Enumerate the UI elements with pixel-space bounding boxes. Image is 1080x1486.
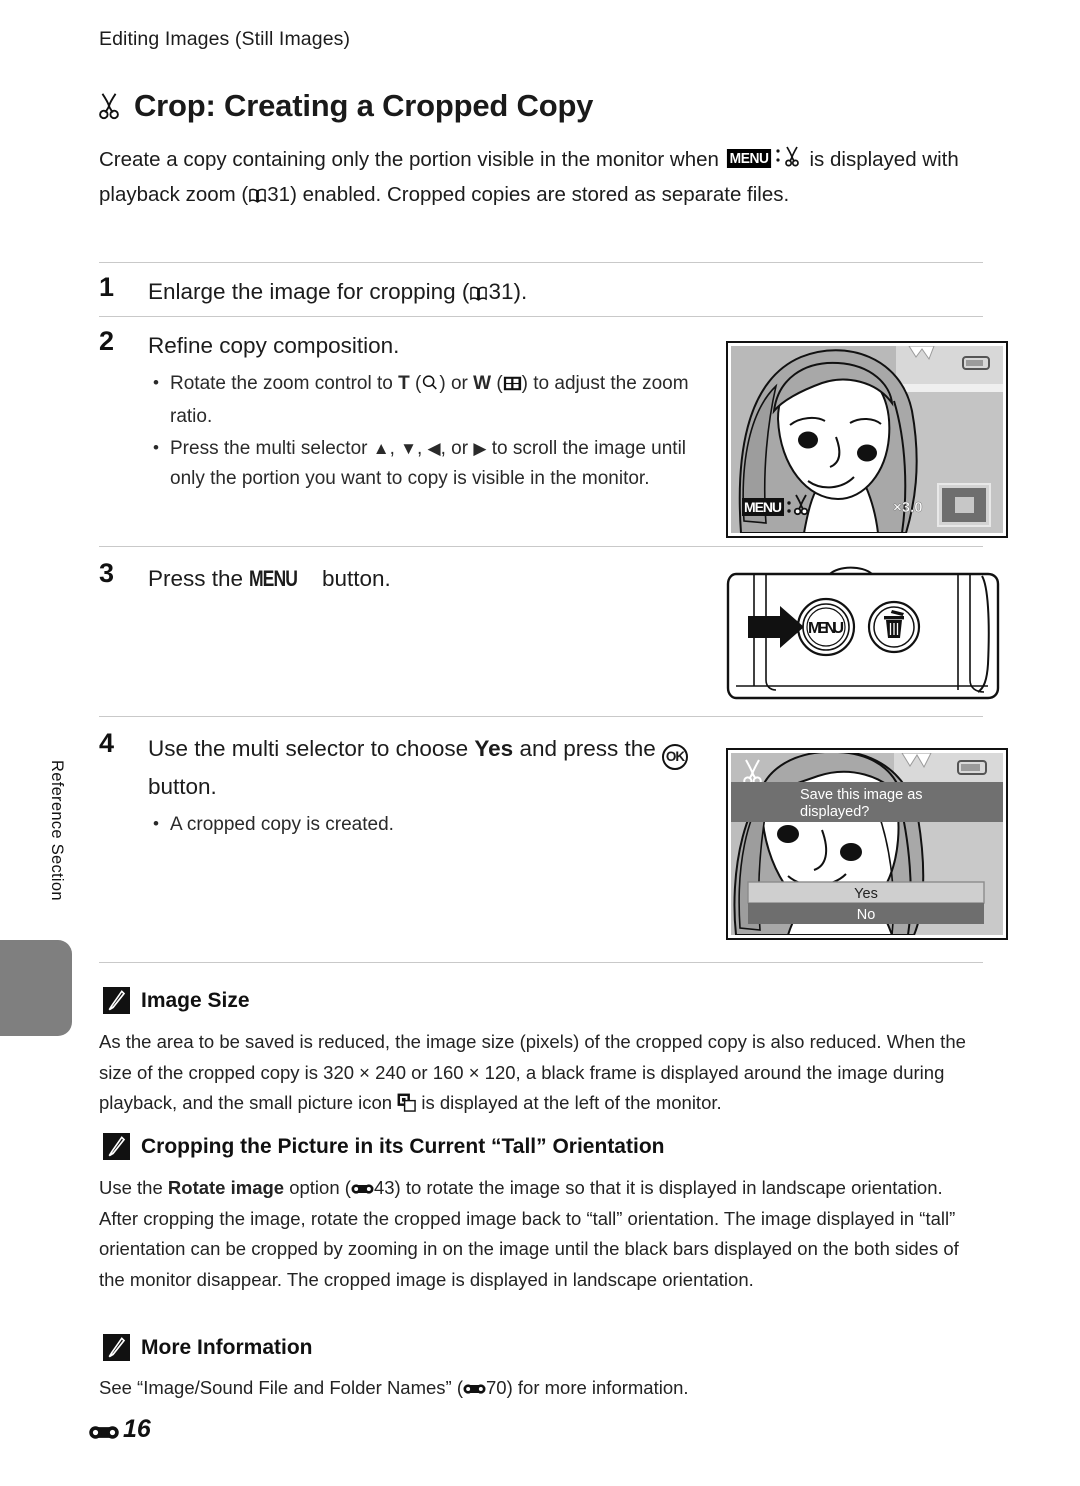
page-title: Crop: Creating a Cropped Copy	[94, 88, 593, 124]
page-number-text: 16	[123, 1415, 151, 1443]
note2-text-b: option (	[284, 1177, 351, 1198]
bullet-cropped-copy: A cropped copy is created.	[148, 809, 718, 840]
step-3-title-b: button.	[315, 566, 391, 591]
pencil-note-icon	[103, 1133, 130, 1160]
svg-text:No: No	[857, 907, 876, 923]
step-1-title-b: 31).	[488, 279, 528, 304]
svg-text:displayed?: displayed?	[800, 804, 869, 820]
step-2: Refine copy composition. Rotate the zoom…	[148, 329, 718, 496]
bullet-text-b: (	[409, 373, 422, 394]
step-number-3: 3	[99, 558, 115, 588]
bullet2-text-a: Press the multi selector	[170, 438, 373, 459]
bullet-text-a: Rotate the zoom control to	[170, 373, 399, 394]
figure-monitor-save-dialog: Save this image as displayed? Yes No	[726, 748, 1008, 945]
note2-text-a: Use the	[99, 1177, 168, 1198]
step-2-bullets: Rotate the zoom control to T ( ) or W (	[148, 368, 718, 494]
step-4-title: Use the multi selector to choose Yes and…	[148, 732, 718, 804]
step-3-title-a: Press the	[148, 566, 250, 591]
magnifier-icon	[421, 372, 439, 402]
menu-badge-icon: MENU	[726, 149, 771, 169]
note3-text-b: ) for more information.	[506, 1377, 689, 1398]
thumbnail-grid-icon	[503, 371, 522, 391]
page-content: Editing Images (Still Images) Crop: Crea…	[89, 0, 1008, 1486]
scissors-icon	[94, 91, 124, 121]
bullet2-text-c: ,	[416, 438, 428, 459]
note-heading-image-size: Image Size	[103, 987, 250, 1014]
menu-scissors-icon	[774, 144, 804, 178]
step-4-title-b: and press the	[513, 736, 663, 761]
step-number-4: 4	[99, 728, 115, 758]
note-title: Cropping the Picture in its Current “Tal…	[141, 1134, 665, 1158]
svg-text:Yes: Yes	[854, 886, 878, 902]
running-head: Editing Images (Still Images)	[99, 28, 351, 50]
note3-text-a: See “Image/Sound File and Folder Names” …	[99, 1377, 464, 1398]
page-title-text: Crop: Creating a Cropped Copy	[134, 88, 594, 123]
reference-section-mark-icon	[351, 1175, 374, 1194]
bullet-text-d: (	[491, 373, 503, 394]
step-1-title-a: Enlarge the image for cropping (	[148, 279, 470, 304]
note3-ref: 70	[486, 1377, 507, 1398]
step-number-1: 1	[99, 272, 115, 302]
note-body-more-information: See “Image/Sound File and Folder Names” …	[99, 1373, 983, 1404]
bullet2-text-d: , or	[440, 438, 474, 459]
step-4: Use the multi selector to choose Yes and…	[148, 732, 718, 842]
wide-label: W	[473, 373, 492, 394]
divider-rule	[99, 716, 983, 717]
arrow-right-icon: ▶	[473, 439, 487, 458]
ok-button-icon: OK	[662, 744, 689, 770]
reference-section-mark-icon	[463, 1375, 486, 1394]
small-picture-icon	[397, 1091, 416, 1112]
side-tab-label: Reference Section	[48, 760, 66, 901]
svg-text:MENU: MENU	[744, 499, 782, 515]
bullet-zoom-control: Rotate the zoom control to T ( ) or W (	[148, 368, 718, 432]
note-title: Image Size	[141, 988, 250, 1012]
intro-paragraph: Create a copy containing only the portio…	[99, 143, 981, 212]
page-number: 16	[89, 1415, 151, 1444]
step-4-title-a: Use the multi selector to choose	[148, 736, 475, 761]
note1-text-b: is displayed at the left of the monitor.	[416, 1092, 722, 1113]
yes-option-label: Yes	[474, 736, 514, 761]
step-4-title-c: button.	[148, 774, 217, 799]
bullet-multi-selector: Press the multi selector ▲, ▼, ◀, or ▶ t…	[148, 433, 718, 494]
svg-text:MENU: MENU	[808, 620, 844, 637]
book-reference-icon	[248, 181, 267, 203]
divider-rule	[99, 962, 983, 963]
divider-rule	[99, 316, 983, 317]
pencil-note-icon	[103, 1334, 130, 1361]
pencil-note-icon	[103, 987, 130, 1014]
step-2-title: Refine copy composition.	[148, 333, 400, 358]
intro-text-3: ) enabled. Cropped copies are stored as …	[290, 182, 790, 206]
figure-monitor-crop-preview: MENU ×3.0	[726, 341, 1008, 543]
step-1: Enlarge the image for cropping ( 31).	[148, 275, 708, 309]
reference-section-mark-icon	[89, 1420, 119, 1439]
figure-camera-back-menu-button: MENU	[726, 560, 1008, 715]
note-body-image-size: As the area to be saved is reduced, the …	[99, 1027, 983, 1119]
arrow-left-icon: ◀	[427, 439, 441, 458]
note-heading-tall-orientation: Cropping the Picture in its Current “Tal…	[103, 1133, 664, 1160]
rotate-image-option: Rotate image	[167, 1177, 285, 1198]
divider-rule	[99, 262, 983, 263]
side-tab-block	[0, 940, 72, 1036]
arrow-down-icon: ▼	[400, 439, 417, 458]
svg-text:Save this image as: Save this image as	[800, 787, 923, 803]
divider-rule	[99, 546, 983, 547]
step-3: Press the MENU button.	[148, 562, 718, 596]
note-body-tall-orientation: Use the Rotate image option ( 43) to rot…	[99, 1173, 983, 1295]
tele-label: T	[398, 373, 410, 394]
note2-ref: 43	[373, 1177, 395, 1198]
intro-ref-1: 31	[267, 182, 291, 206]
book-reference-icon	[469, 278, 488, 301]
bullet2-text-b: ,	[389, 438, 401, 459]
bullet-text-c: ) or	[439, 373, 474, 394]
menu-button-label-icon: MENU	[249, 566, 298, 591]
svg-text:×3.0: ×3.0	[893, 499, 923, 516]
step-4-bullets: A cropped copy is created.	[148, 809, 718, 840]
arrow-up-icon: ▲	[372, 439, 390, 458]
step-number-2: 2	[99, 326, 115, 356]
note-title: More Information	[141, 1335, 313, 1359]
intro-text-1: Create a copy containing only the portio…	[99, 148, 725, 171]
note-heading-more-information: More Information	[103, 1334, 313, 1361]
